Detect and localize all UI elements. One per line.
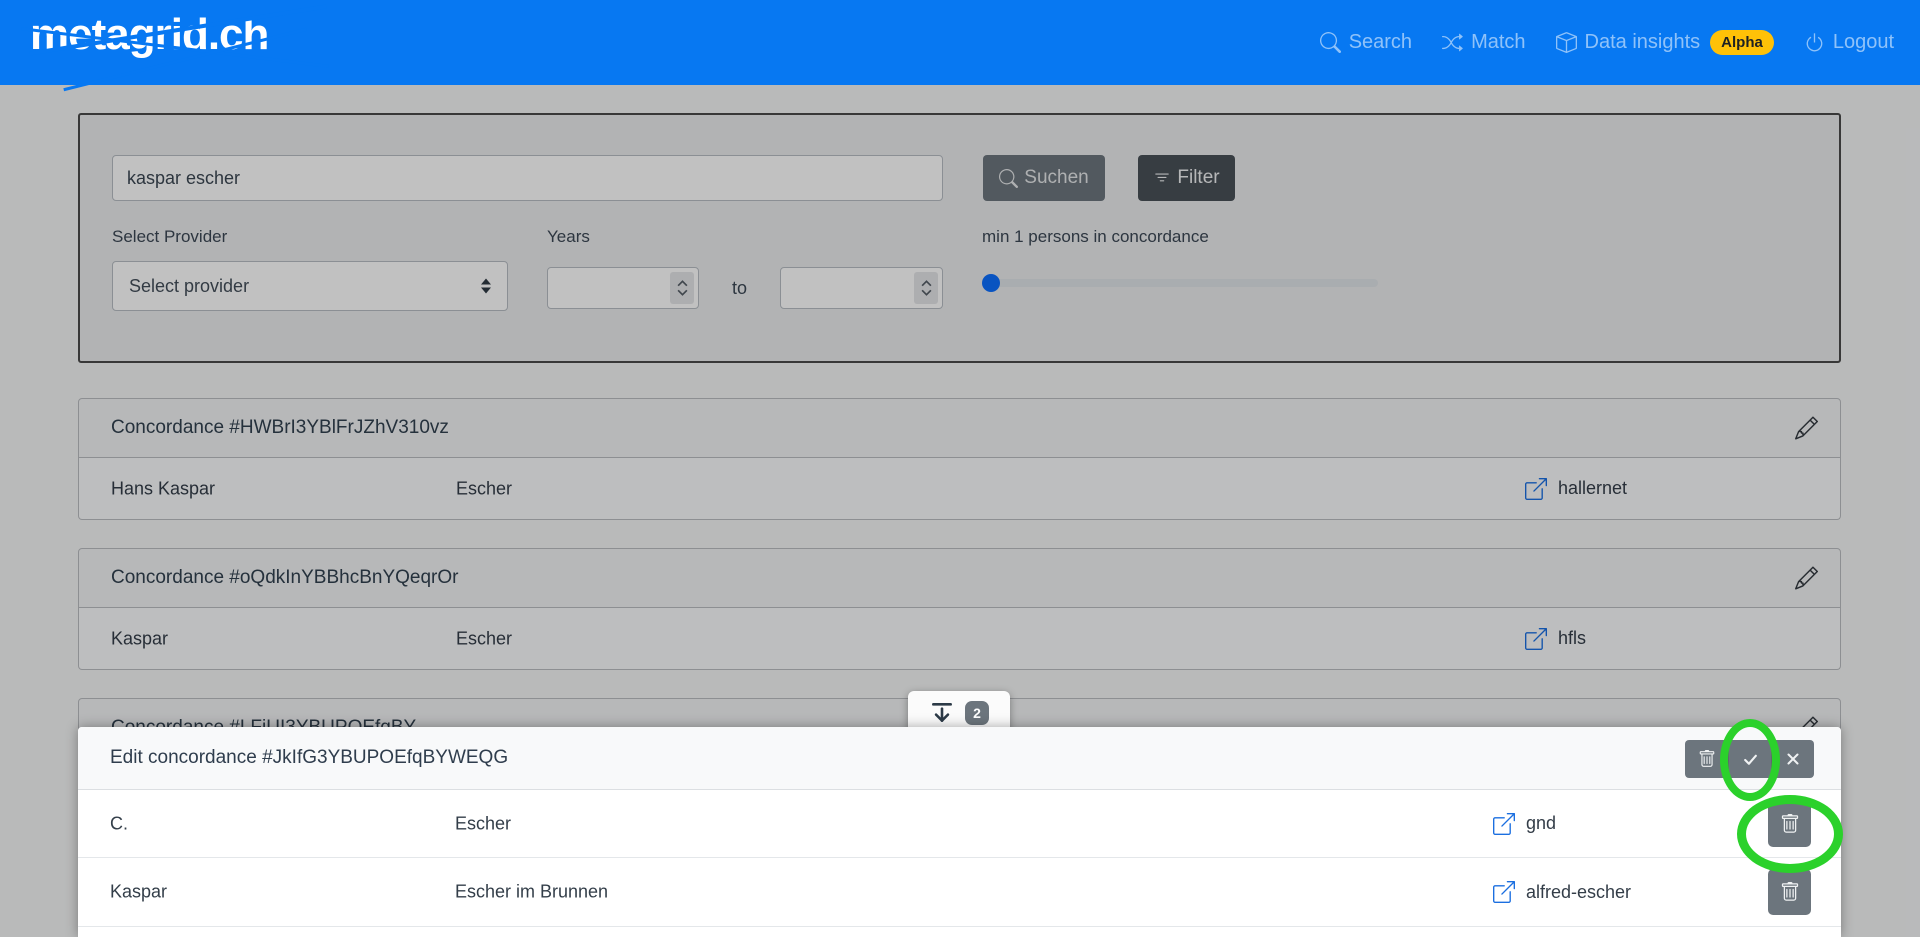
provider-name: gnd [1526, 813, 1556, 834]
tray-download-icon [929, 700, 955, 726]
cube-icon [1556, 32, 1577, 53]
cancel-button[interactable] [1771, 740, 1814, 778]
nav-match[interactable]: Match [1442, 31, 1525, 54]
person-firstname: C. [110, 813, 128, 834]
nav-logout[interactable]: Logout [1804, 31, 1894, 54]
queue-count-badge: 2 [965, 701, 989, 725]
nav-search[interactable]: Search [1320, 31, 1412, 54]
provider-name: alfred-escher [1526, 882, 1631, 903]
external-link-icon [1493, 813, 1515, 835]
nav-logout-label: Logout [1833, 31, 1894, 54]
person-lastname: Escher [455, 813, 511, 834]
alpha-badge: Alpha [1710, 30, 1774, 55]
delete-concordance-button[interactable] [1685, 740, 1728, 778]
power-icon [1804, 32, 1825, 53]
nav-search-label: Search [1349, 31, 1412, 54]
remove-person-button[interactable] [1768, 801, 1811, 847]
header-nav: Search Match Data insights Alpha Logout [1320, 0, 1894, 85]
search-icon [1320, 32, 1341, 53]
external-link-icon [1493, 881, 1515, 903]
provider-link[interactable]: gnd [1493, 813, 1556, 835]
person-firstname: Kaspar [110, 882, 167, 903]
metagrid-app: metagrid.ch Search Match Data insights A… [0, 0, 1920, 937]
trash-icon [1780, 814, 1800, 834]
provider-link[interactable]: alfred-escher [1493, 881, 1631, 903]
nav-insights-label: Data insights [1585, 31, 1701, 54]
edit-person-row: C. Escher gnd [78, 790, 1841, 858]
edit-person-row: Kaspar Escher im Brunnen alfred-escher [78, 858, 1841, 927]
edit-panel-header: Edit concordance #JkIfG3YBUPOEfqBYWEQG [78, 727, 1841, 790]
remove-person-button[interactable] [1768, 869, 1811, 915]
brand-text: metagrid.ch [30, 10, 268, 60]
close-icon [1785, 751, 1801, 767]
trash-icon [1780, 882, 1800, 902]
trash-icon [1698, 750, 1716, 768]
shuffle-icon [1442, 32, 1463, 53]
top-header: metagrid.ch Search Match Data insights A… [0, 0, 1920, 85]
nav-data-insights[interactable]: Data insights Alpha [1556, 30, 1774, 55]
person-lastname: Escher im Brunnen [455, 882, 608, 903]
edit-panel-title: Edit concordance #JkIfG3YBUPOEfqBYWEQG [110, 747, 508, 769]
nav-match-label: Match [1471, 31, 1525, 54]
edit-actions-group [1685, 740, 1814, 778]
check-icon [1742, 751, 1759, 768]
edit-concordance-panel: Edit concordance #JkIfG3YBUPOEfqBYWEQG C… [78, 727, 1841, 937]
confirm-button[interactable] [1728, 740, 1771, 778]
